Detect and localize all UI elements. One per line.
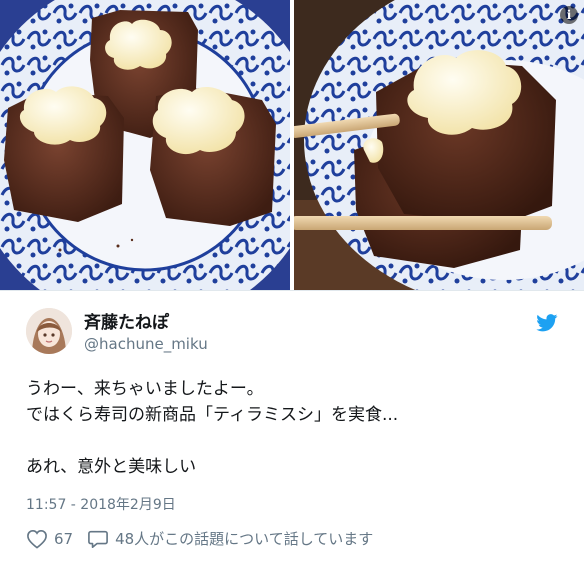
conversation-text: 48人がこの話題について話しています [115,530,374,548]
conversation-link[interactable]: 48人がこの話題について話しています [87,528,373,549]
tweet-text-line: うわー、来ちゃいましたよー。 [26,379,264,399]
info-icon[interactable]: i [560,6,578,24]
tweet-actions: 67 48人がこの話題について話しています [26,528,387,549]
tiramisu-photo-right[interactable]: i [294,0,584,290]
tweet-text-line: ではくら寿司の新商品「ティラミスシ」を実食... [26,405,399,425]
tweet-text: うわー、来ちゃいましたよー。 ではくら寿司の新商品「ティラミスシ」を実食... … [26,376,566,480]
photo-grid: i [0,0,584,290]
tweet-header: 斉藤たねぽ @hachune_miku [26,308,566,358]
like-button[interactable]: 67 [26,529,73,549]
twitter-bird-icon[interactable] [536,314,558,332]
speech-bubble-icon [88,530,109,548]
author-names: 斉藤たねぽ @hachune_miku [84,312,208,354]
heart-icon [27,529,47,549]
display-name[interactable]: 斉藤たねぽ [84,312,208,334]
avatar[interactable] [26,308,72,354]
tiramisu-photo-left[interactable] [0,0,290,290]
user-handle[interactable]: @hachune_miku [84,334,208,354]
tweet-text-line: あれ、意外と美味しい [26,457,197,477]
timestamp[interactable]: 11:57 - 2018年2月9日 [26,494,176,514]
divider [0,290,584,291]
like-count: 67 [54,529,74,548]
